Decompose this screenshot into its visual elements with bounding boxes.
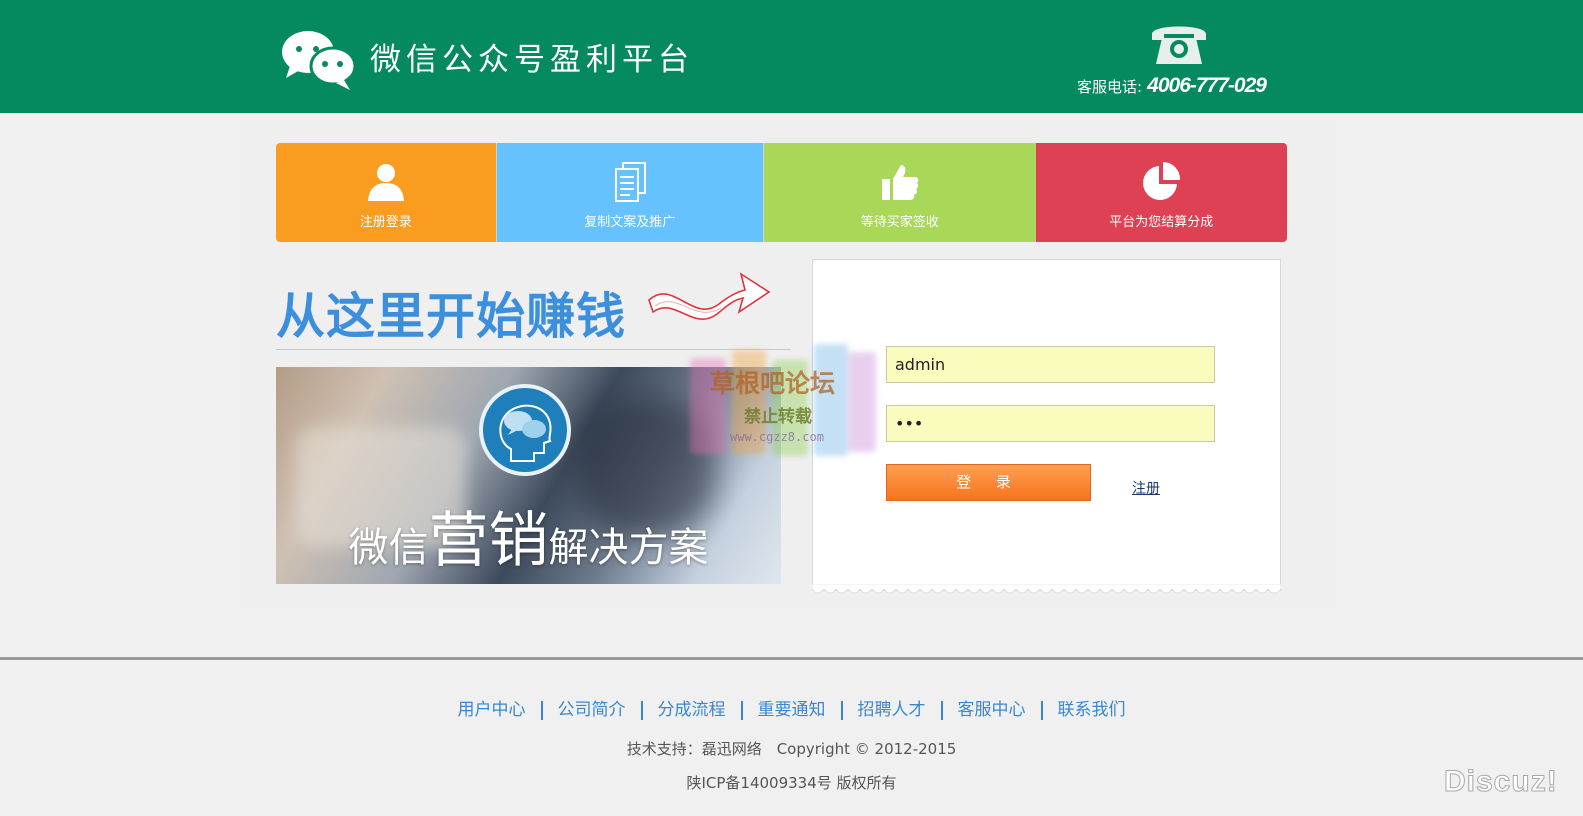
banner-slogan: 微信营销解决方案 xyxy=(276,492,781,579)
brain-chat-icon xyxy=(479,384,571,476)
panel-scalloped-edge xyxy=(812,584,1281,594)
step-settlement: 平台为您结算分成 xyxy=(1035,143,1287,242)
watermark-title: 草根吧论坛 xyxy=(710,369,836,398)
step-label: 复制文案及推广 xyxy=(584,215,676,230)
site-title: 微信公众号盈利平台 xyxy=(370,42,694,78)
footer-link-user-center[interactable]: 用户中心 xyxy=(458,700,526,720)
user-icon xyxy=(367,164,404,201)
process-steps: 注册登录 复制文案及推广 等待买家签收 平台为您结算分成 xyxy=(276,143,1287,242)
footer-link-notices[interactable]: 重要通知 xyxy=(758,700,826,720)
telephone-icon xyxy=(1152,26,1206,64)
footer-link-company[interactable]: 公司简介 xyxy=(558,700,626,720)
hotline: 客服电话: 4006-777-029 xyxy=(1077,74,1267,98)
step-label: 等待买家签收 xyxy=(860,215,939,230)
wechat-icon xyxy=(282,31,357,90)
footer-separator xyxy=(740,700,743,720)
footer-nav: 用户中心 公司简介 分成流程 重要通知 招聘人才 客服中心 联系我们 xyxy=(0,695,1583,720)
banner-text-right: 解决方案 xyxy=(548,525,709,571)
hotline-label: 客服电话: xyxy=(1077,78,1143,96)
register-link[interactable]: 注册 xyxy=(1132,478,1160,498)
footer-link-service[interactable]: 客服中心 xyxy=(958,700,1026,720)
login-button[interactable]: 登 录 xyxy=(886,464,1091,501)
hotline-number: 4006-777-029 xyxy=(1147,74,1267,97)
watermark-block xyxy=(848,352,876,452)
banner-text-left: 微信 xyxy=(348,525,429,571)
footer-separator xyxy=(940,700,943,720)
footer-separator xyxy=(840,700,843,720)
username-input[interactable] xyxy=(886,346,1215,383)
watermark-url: www.cgzz8.com xyxy=(730,430,824,444)
footer-link-share-process[interactable]: 分成流程 xyxy=(658,700,726,720)
step-register-login: 注册登录 xyxy=(276,143,496,242)
banner-text-big: 营销 xyxy=(428,506,549,576)
watermark-subtitle: 禁止转载 xyxy=(744,407,812,427)
footer-divider xyxy=(0,657,1583,660)
password-input[interactable] xyxy=(886,405,1215,442)
footer-support: 技术支持：磊迅网络 Copyright © 2012-2015 xyxy=(626,740,957,758)
footer-separator xyxy=(1040,700,1043,720)
site-header: 微信公众号盈利平台 客服电话: 4006-777-029 xyxy=(0,0,1583,113)
arrow-icon xyxy=(648,272,771,320)
documents-icon xyxy=(614,162,646,202)
footer-separator xyxy=(540,700,543,720)
footer-separator xyxy=(640,700,643,720)
step-wait-receipt: 等待买家签收 xyxy=(763,143,1036,242)
step-copy-promote: 复制文案及推广 xyxy=(495,143,764,242)
footer-icp: 陕ICP备14009334号 版权所有 xyxy=(686,774,897,792)
headline: 从这里开始赚钱 xyxy=(276,288,627,345)
footer-link-contact[interactable]: 联系我们 xyxy=(1058,700,1126,720)
footer-link-jobs[interactable]: 招聘人才 xyxy=(858,700,926,720)
pie-chart-icon xyxy=(1143,161,1181,200)
discuz-watermark: Discuz! xyxy=(1444,765,1558,799)
thumbs-up-icon xyxy=(881,165,919,200)
step-label: 平台为您结算分成 xyxy=(1109,215,1214,230)
watermark: 草根吧论坛 禁止转载 www.cgzz8.com xyxy=(688,344,878,462)
step-label: 注册登录 xyxy=(359,215,412,230)
